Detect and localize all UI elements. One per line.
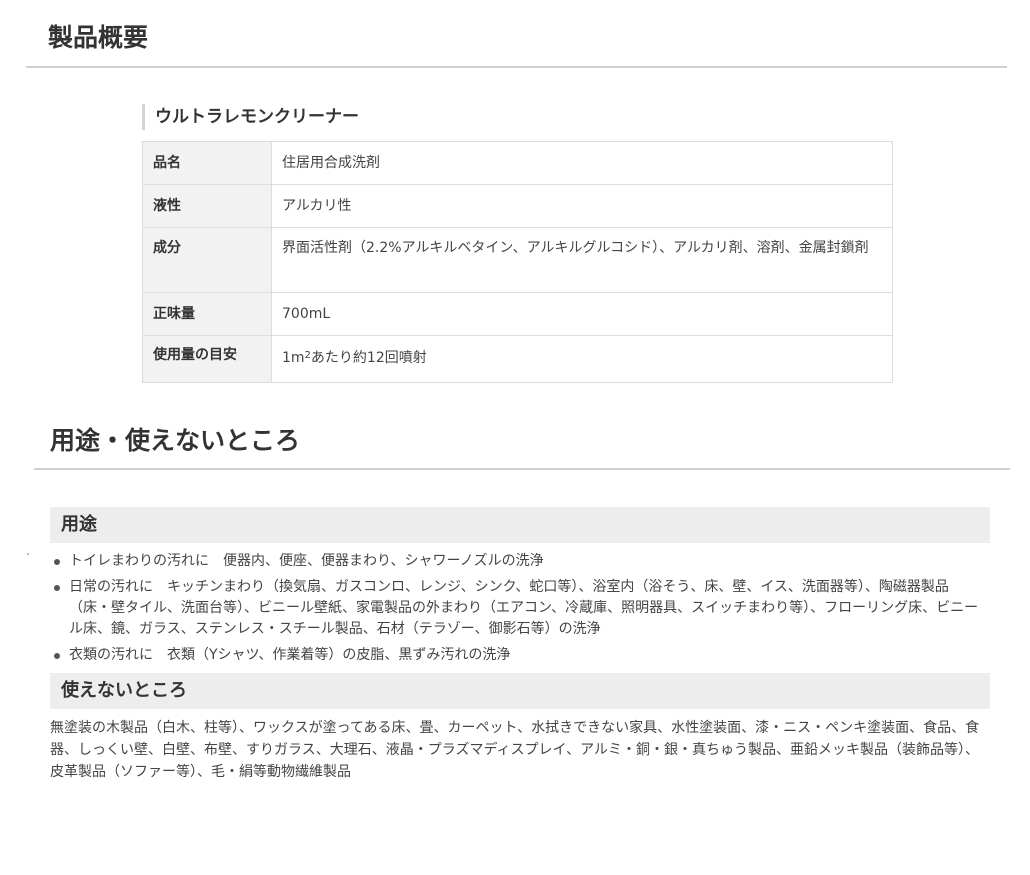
spec-value: 住居用合成洗剤 xyxy=(271,141,893,185)
spec-value-rest: あたり約12回噴射 xyxy=(310,350,427,366)
usage-category: 衣類の汚れに xyxy=(69,647,153,663)
section-title-overview: 製品概要 xyxy=(48,23,149,52)
usage-text: キッチンまわり（換気扇、ガスコンロ、レンジ、シンク、蛇口等）、浴室内（浴そう、床… xyxy=(69,579,979,637)
usage-text: 便器内、便座、便器まわり、シャワーノズルの洗浄 xyxy=(223,553,544,569)
bullet-icon xyxy=(54,585,60,591)
spec-label: 使用量の目安 xyxy=(142,335,272,383)
spec-value: 700mL xyxy=(271,292,893,336)
spec-label: 成分 xyxy=(142,227,272,293)
spec-value-superscript: 2 xyxy=(304,350,311,361)
spec-value: 界面活性剤（2.2%アルキルベタイン、アルキルグルコシド）、アルカリ剤、溶剤、金… xyxy=(271,227,893,293)
table-row: 成分 界面活性剤（2.2%アルキルベタイン、アルキルグルコシド）、アルカリ剤、溶… xyxy=(142,227,893,293)
table-row: 使用量の目安 1m2あたり約12回噴射 xyxy=(142,335,893,383)
product-name: ウルトラレモンクリーナー xyxy=(142,104,359,130)
not-usable-subheading: 使えないところ xyxy=(50,673,990,709)
usage-category: 日常の汚れに xyxy=(69,579,153,595)
usage-category: トイレまわりの汚れに xyxy=(69,553,209,569)
spec-value: アルカリ性 xyxy=(271,184,893,228)
spec-value: 1m2あたり約12回噴射 xyxy=(271,335,893,383)
section-title-usage: 用途・使えないところ xyxy=(50,426,301,455)
table-row: 品名 住居用合成洗剤 xyxy=(142,141,893,185)
spec-label: 品名 xyxy=(142,141,272,185)
bullet-icon xyxy=(54,559,60,565)
spec-table: 品名 住居用合成洗剤 液性 アルカリ性 成分 界面活性剤（2.2%アルキルベタイ… xyxy=(142,141,893,383)
spec-value-base: 1m xyxy=(282,350,305,366)
usage-list: トイレまわりの汚れに 便器内、便座、便器まわり、シャワーノズルの洗浄 日常の汚れに… xyxy=(50,551,990,671)
usage-text: 衣類（Yシャツ、作業着等）の皮脂、黒ずみ汚れの洗浄 xyxy=(167,647,511,663)
spec-label: 正味量 xyxy=(142,292,272,336)
table-row: 正味量 700mL xyxy=(142,292,893,336)
decorative-dot xyxy=(27,553,29,555)
list-item: 衣類の汚れに 衣類（Yシャツ、作業着等）の皮脂、黒ずみ汚れの洗浄 xyxy=(50,645,990,666)
section-divider xyxy=(26,66,1007,68)
usage-subheading: 用途 xyxy=(50,507,990,543)
table-row: 液性 アルカリ性 xyxy=(142,184,893,228)
list-item: 日常の汚れに キッチンまわり（換気扇、ガスコンロ、レンジ、シンク、蛇口等）、浴室内… xyxy=(50,577,990,640)
spec-label: 液性 xyxy=(142,184,272,228)
bullet-icon xyxy=(54,653,60,659)
list-item: トイレまわりの汚れに 便器内、便座、便器まわり、シャワーノズルの洗浄 xyxy=(50,551,990,572)
not-usable-text: 無塗装の木製品（白木、柱等）、ワックスが塗ってある床、畳、カーペット、水拭きでき… xyxy=(50,720,980,780)
section-divider xyxy=(34,468,1010,470)
